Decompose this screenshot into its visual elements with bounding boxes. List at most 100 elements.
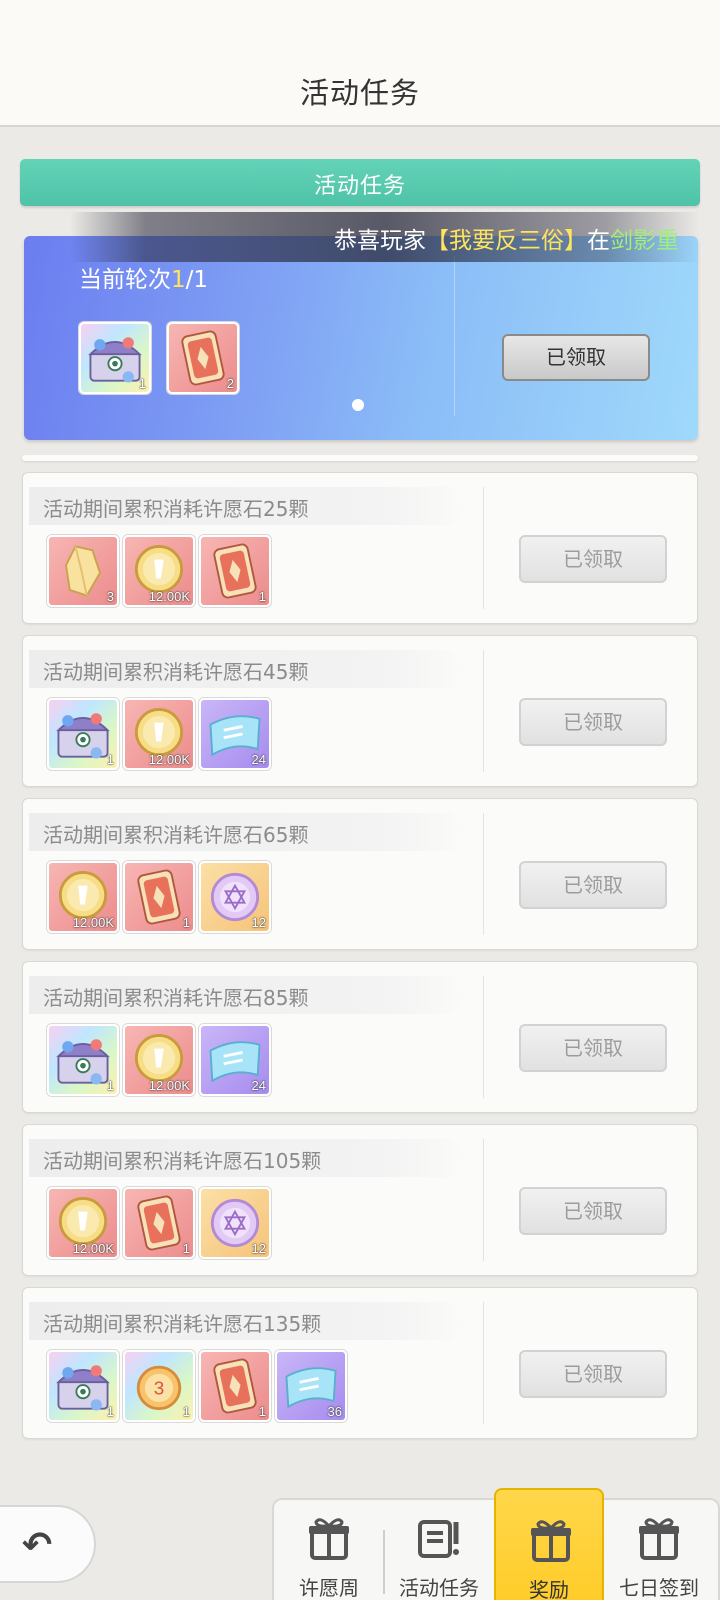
reward-count: 3 xyxy=(106,589,114,604)
reward-count: 12 xyxy=(251,915,266,930)
back-button[interactable]: ↶ xyxy=(0,1505,96,1583)
reward-item[interactable]: 12 xyxy=(199,1187,271,1259)
task-claim-button[interactable]: 已领取 xyxy=(519,1024,667,1072)
reward-item[interactable]: 12 xyxy=(199,861,271,933)
reward-count: 12.00K xyxy=(148,1078,190,1093)
task-reward-list: 3 12.00K 1 xyxy=(47,535,271,607)
reward-count: 1 xyxy=(106,752,114,767)
task-title: 活动期间累积消耗许愿石85颗 xyxy=(43,986,309,1010)
announcement-mid: 在 xyxy=(587,228,610,254)
task-title-bar: 活动期间累积消耗许愿石85颗 xyxy=(29,976,469,1014)
reward-item[interactable]: 1 xyxy=(47,698,119,770)
reward-item[interactable]: 12.00K xyxy=(123,1024,195,1096)
reward-item[interactable]: 1 xyxy=(47,1350,119,1422)
announcement-place: 剑影重 xyxy=(610,228,679,254)
task-card: 活动期间累积消耗许愿石45颗 1 12.00K 24 已领取 xyxy=(22,635,698,787)
nav-tab-label: 活动任务 xyxy=(399,1576,479,1600)
task-title: 活动期间累积消耗许愿石65颗 xyxy=(43,823,309,847)
announcement-prefix: 恭喜玩家 xyxy=(334,228,426,254)
reward-count: 2 xyxy=(226,376,234,391)
task-claim-button[interactable]: 已领取 xyxy=(519,861,667,909)
reward-item[interactable]: 12.00K xyxy=(123,535,195,607)
gift-icon xyxy=(304,1514,354,1562)
reward-count: 12.00K xyxy=(72,915,114,930)
reward-item[interactable]: 12.00K xyxy=(47,1187,119,1259)
reward-count: 12.00K xyxy=(148,589,190,604)
round-label: 当前轮次1/1 xyxy=(79,260,208,294)
gift-icon xyxy=(526,1516,576,1564)
round-total: /1 xyxy=(185,267,209,293)
reward-count: 1 xyxy=(258,1404,266,1419)
round-claim-button[interactable]: 已领取 xyxy=(502,334,650,381)
page-title: 活动任务 xyxy=(299,76,420,110)
task-reward-list: 1 3 1 1 36 xyxy=(47,1350,347,1422)
reward-item[interactable]: 1 xyxy=(123,1187,195,1259)
reward-item[interactable]: 1 xyxy=(199,1350,271,1422)
task-divider xyxy=(483,1302,484,1424)
round-current: 1 xyxy=(171,267,186,293)
nav-tab[interactable]: 奖励 xyxy=(494,1488,604,1600)
task-reward-list: 12.00K 1 12 xyxy=(47,1187,271,1259)
bottom-nav: 许愿周 活动任务 奖励 七日签到 xyxy=(272,1488,720,1600)
back-arrow-icon: ↶ xyxy=(22,1525,53,1566)
reward-item[interactable]: 12.00K xyxy=(123,698,195,770)
round-label-text: 当前轮次 xyxy=(79,267,171,293)
reward-count: 1 xyxy=(106,1078,114,1093)
round-reward-card: 当前轮次1/1 12 已领取 xyxy=(24,236,698,440)
announcement-player: 【我要反三俗】 xyxy=(426,228,587,254)
reward-item[interactable]: 1 xyxy=(199,535,271,607)
task-title-bar: 活动期间累积消耗许愿石65颗 xyxy=(29,813,469,851)
task-divider xyxy=(483,976,484,1098)
task-claim-button[interactable]: 已领取 xyxy=(519,1350,667,1398)
task-reward-list: 1 12.00K 24 xyxy=(47,698,271,770)
nav-tab[interactable]: 许愿周 xyxy=(274,1500,385,1600)
reward-count: 1 xyxy=(182,915,190,930)
reward-item[interactable]: 36 xyxy=(275,1350,347,1422)
task-divider xyxy=(483,487,484,609)
reward-item[interactable]: 31 xyxy=(123,1350,195,1422)
task-card: 活动期间累积消耗许愿石25颗 3 12.00K 1 已领取 xyxy=(22,472,698,624)
task-title-bar: 活动期间累积消耗许愿石45颗 xyxy=(29,650,469,688)
reward-count: 1 xyxy=(106,1404,114,1419)
reward-item[interactable]: 3 xyxy=(47,535,119,607)
reward-count: 12 xyxy=(251,1241,266,1256)
task-title: 活动期间累积消耗许愿石25颗 xyxy=(43,497,309,521)
reward-count: 1 xyxy=(182,1241,190,1256)
reward-item[interactable]: 12.00K xyxy=(47,861,119,933)
nav-tab-label: 七日签到 xyxy=(619,1576,699,1600)
reward-count: 1 xyxy=(258,589,266,604)
section-banner-label: 活动任务 xyxy=(313,174,406,199)
reward-count: 24 xyxy=(251,1078,266,1093)
announcement-text: 恭喜玩家【我要反三俗】在剑影重 xyxy=(334,221,679,255)
task-card: 活动期间累积消耗许愿石85颗 1 12.00K 24 已领取 xyxy=(22,961,698,1113)
task-card: 活动期间累积消耗许愿石65颗 12.00K 1 12 已领取 xyxy=(22,798,698,950)
task-title: 活动期间累积消耗许愿石135颗 xyxy=(43,1312,322,1336)
reward-item[interactable]: 2 xyxy=(167,322,239,394)
round-reward-list: 12 xyxy=(79,322,239,394)
nav-tab-label: 奖励 xyxy=(529,1578,569,1600)
task-claim-button[interactable]: 已领取 xyxy=(519,1187,667,1235)
nav-tab[interactable]: 活动任务 xyxy=(384,1500,494,1600)
reward-item[interactable]: 24 xyxy=(199,1024,271,1096)
reward-count: 12.00K xyxy=(148,752,190,767)
task-card: 活动期间累积消耗许愿石105颗 12.00K 1 12 已领取 xyxy=(22,1124,698,1276)
task-claim-button[interactable]: 已领取 xyxy=(519,535,667,583)
nav-tab[interactable]: 七日签到 xyxy=(604,1500,714,1600)
task-reward-list: 1 12.00K 24 xyxy=(47,1024,271,1096)
reward-item[interactable]: 1 xyxy=(47,1024,119,1096)
task-divider xyxy=(483,1139,484,1261)
task-title: 活动期间累积消耗许愿石45颗 xyxy=(43,660,309,684)
reward-item[interactable]: 24 xyxy=(199,698,271,770)
reward-count: 12.00K xyxy=(72,1241,114,1256)
task-title: 活动期间累积消耗许愿石105颗 xyxy=(43,1149,322,1173)
task-title-bar: 活动期间累积消耗许愿石105颗 xyxy=(29,1139,469,1177)
task-claim-button[interactable]: 已领取 xyxy=(519,698,667,746)
list-top-divider xyxy=(22,455,698,461)
nav-tab-label: 许愿周 xyxy=(299,1576,359,1600)
reward-count: 1 xyxy=(138,376,146,391)
reward-item[interactable]: 1 xyxy=(79,322,151,394)
gift-icon xyxy=(634,1514,684,1562)
section-banner: 活动任务 xyxy=(20,159,700,206)
reward-item[interactable]: 1 xyxy=(123,861,195,933)
task-card: 活动期间累积消耗许愿石135颗 1 3 1 1 36 已领取 xyxy=(22,1287,698,1439)
